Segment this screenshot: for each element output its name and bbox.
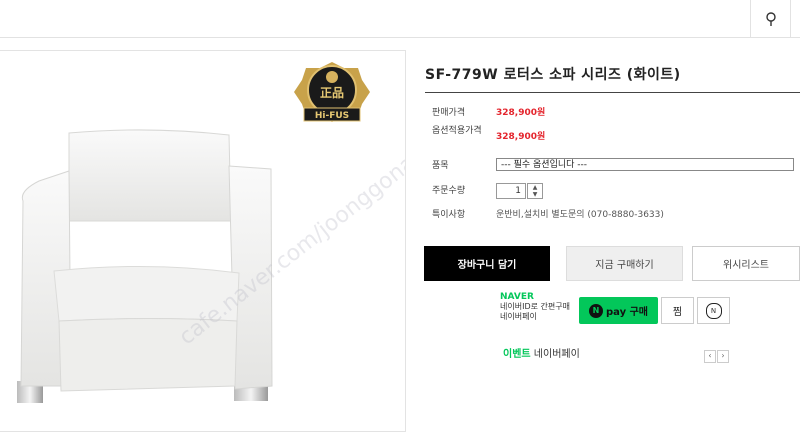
price-label: 판매가격: [432, 108, 466, 118]
prev-icon[interactable]: ‹: [704, 350, 716, 363]
authentic-badge: 正品 Hi-FUS: [294, 62, 370, 122]
note-label: 특이사항: [432, 210, 466, 220]
buy-now-button[interactable]: 지금 구매하기: [566, 246, 683, 281]
top-bar: ·: [0, 0, 800, 38]
qty-label: 주문수량: [432, 186, 466, 196]
option-price-value: 328,900원: [496, 132, 546, 142]
npay-icon: N: [589, 303, 603, 318]
zzim-button[interactable]: 찜: [661, 297, 694, 324]
qty-down-icon[interactable]: ▼: [528, 191, 542, 198]
option-select[interactable]: --- 필수 옵션입니다 ---: [496, 158, 794, 171]
svg-text:正品: 正品: [320, 86, 344, 100]
qty-input[interactable]: 1: [496, 183, 526, 199]
event-text: 네이버페이: [533, 349, 580, 360]
naver-pay-info: NAVER 네이버ID로 간편구매 네이버페이: [500, 292, 570, 322]
title-divider: [425, 92, 800, 93]
naver-pay-label: pay 구매: [606, 307, 648, 318]
naver-desc1: 네이버ID로 간편구매: [500, 302, 570, 311]
search-button[interactable]: [750, 0, 791, 37]
naver-logo: NAVER: [500, 292, 534, 302]
note-value: 운반비,설치비 별도문의 (070-8880-3633): [496, 210, 664, 220]
svg-text:Hi-FUS: Hi-FUS: [315, 111, 349, 121]
talktalk-button[interactable]: N: [697, 297, 730, 324]
qty-up-icon[interactable]: ▲: [528, 184, 542, 191]
event-label: 이벤트: [503, 349, 531, 360]
next-button[interactable]: ·: [790, 0, 800, 37]
talk-icon: N: [705, 302, 722, 319]
price-value: 328,900원: [496, 108, 546, 118]
next-icon[interactable]: ›: [717, 350, 729, 363]
naver-event[interactable]: 이벤트 네이버페이: [503, 345, 580, 360]
option-label: 품목: [432, 161, 449, 171]
naver-desc2: 네이버페이: [500, 312, 537, 321]
add-to-cart-button[interactable]: 장바구니 담기: [424, 246, 550, 281]
naver-pay-button[interactable]: N pay 구매: [579, 297, 658, 324]
event-pager: ‹ ›: [704, 343, 730, 363]
qty-stepper[interactable]: ▲ ▼: [527, 183, 543, 199]
wishlist-button[interactable]: 위시리스트: [692, 246, 800, 281]
search-icon: [766, 11, 776, 26]
product-title: SF-779W 로터스 소파 시리즈 (화이트): [425, 67, 681, 83]
option-price-label: 옵션적용가격: [432, 126, 482, 136]
